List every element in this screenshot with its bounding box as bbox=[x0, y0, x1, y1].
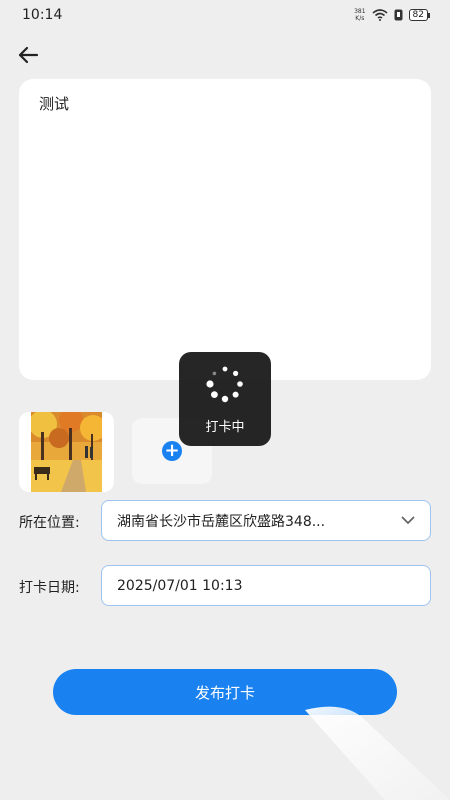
loading-text: 打卡中 bbox=[205, 419, 245, 435]
network-speed: 381 K/s bbox=[354, 8, 365, 22]
status-time: 10:14 bbox=[22, 7, 63, 23]
back-button[interactable] bbox=[12, 40, 44, 70]
arrow-left-icon bbox=[18, 46, 39, 64]
wifi-icon bbox=[372, 9, 388, 21]
network-speed-unit: K/s bbox=[355, 15, 365, 22]
battery-indicator: 82 bbox=[408, 9, 431, 21]
date-value: 2025/07/01 10:13 bbox=[117, 577, 243, 594]
note-textarea[interactable]: 测试 bbox=[39, 93, 411, 366]
plus-circle-icon: + bbox=[162, 441, 182, 461]
loading-spinner-icon bbox=[206, 366, 243, 402]
network-speed-value: 381 bbox=[354, 8, 366, 15]
date-label: 打卡日期: bbox=[19, 580, 80, 596]
status-icons: 381 K/s 82 bbox=[354, 8, 431, 22]
status-bar: 10:14 381 K/s 82 bbox=[0, 0, 450, 30]
touch-glow-effect bbox=[305, 706, 450, 800]
photo-thumbnail[interactable] bbox=[19, 412, 114, 492]
loading-toast: 打卡中 bbox=[179, 352, 271, 446]
date-field[interactable]: 2025/07/01 10:13 bbox=[101, 565, 431, 606]
autumn-park-photo bbox=[29, 412, 106, 492]
note-card: 测试 bbox=[19, 79, 431, 380]
location-value: 湖南省长沙市岳麓区欣盛路348... bbox=[117, 513, 326, 530]
publish-checkin-button[interactable]: 发布打卡 bbox=[53, 669, 397, 715]
sim-card-icon bbox=[394, 9, 403, 21]
chevron-down-icon bbox=[401, 516, 415, 524]
location-label: 所在位置: bbox=[19, 515, 80, 531]
location-select[interactable]: 湖南省长沙市岳麓区欣盛路348... bbox=[101, 500, 431, 541]
